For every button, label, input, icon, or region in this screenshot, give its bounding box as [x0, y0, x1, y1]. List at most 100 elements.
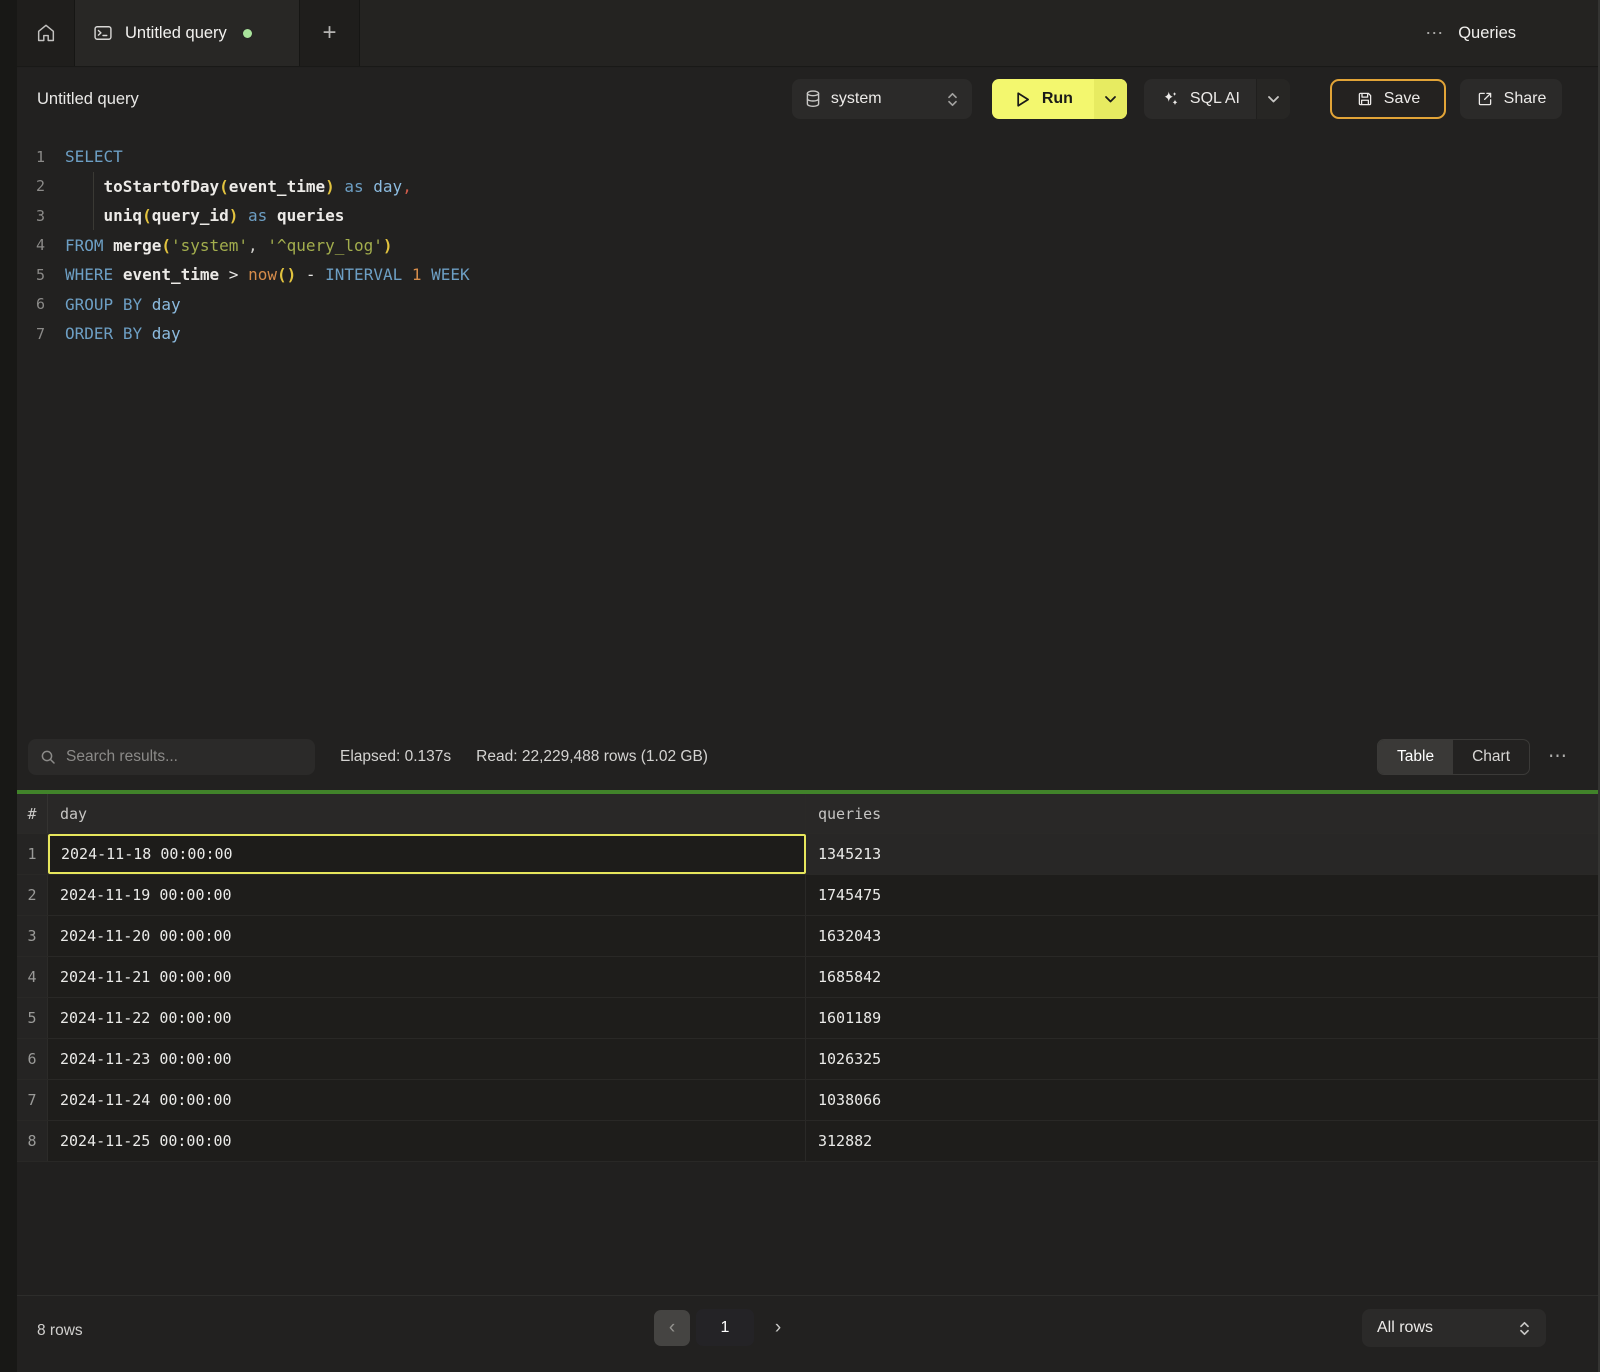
toolbar-actions: system Run: [792, 79, 1562, 119]
current-page-button[interactable]: 1: [696, 1309, 754, 1346]
row-number-cell[interactable]: 3: [17, 916, 48, 956]
table-row: 42024-11-21 00:00:001685842: [17, 957, 1598, 998]
day-cell[interactable]: 2024-11-25 00:00:00: [48, 1121, 806, 1161]
query-title: Untitled query: [37, 90, 139, 109]
home-tab[interactable]: [17, 0, 75, 66]
search-icon: [40, 749, 56, 765]
run-label: Run: [1042, 90, 1073, 108]
queries-cell[interactable]: 312882: [806, 1121, 1598, 1161]
query-toolbar: Untitled query system Run: [17, 68, 1598, 130]
view-table-tab[interactable]: Table: [1378, 740, 1453, 774]
database-selector[interactable]: system: [792, 79, 972, 119]
queries-cell[interactable]: 1601189: [806, 998, 1598, 1038]
new-tab-button[interactable]: +: [300, 0, 360, 66]
day-cell[interactable]: 2024-11-24 00:00:00: [48, 1080, 806, 1120]
save-icon: [1356, 90, 1374, 108]
row-number-cell[interactable]: 8: [17, 1121, 48, 1161]
editor-line[interactable]: 4 FROM merge('system', '^query_log'): [17, 231, 1598, 261]
row-number-cell[interactable]: 6: [17, 1039, 48, 1079]
left-edge-strip: [0, 0, 17, 1372]
queries-cell[interactable]: 1685842: [806, 957, 1598, 997]
editor-line[interactable]: 7 ORDER BY day: [17, 319, 1598, 349]
queries-cell[interactable]: 1745475: [806, 875, 1598, 915]
row-number-cell[interactable]: 4: [17, 957, 48, 997]
code-text: uniq(query_id) as queries: [65, 206, 344, 225]
line-number: 6: [17, 295, 45, 313]
table-row: 72024-11-24 00:00:001038066: [17, 1080, 1598, 1121]
column-header-day[interactable]: day: [48, 794, 806, 833]
sql-ai-label: SQL AI: [1190, 90, 1240, 108]
terminal-icon: [93, 23, 113, 43]
tab-untitled-query[interactable]: Untitled query: [75, 0, 300, 66]
search-results-box[interactable]: [28, 739, 315, 775]
line-number: 3: [17, 207, 45, 225]
run-options-button[interactable]: [1094, 79, 1127, 119]
editor-line[interactable]: 5WHERE event_time > now() - INTERVAL 1 W…: [17, 260, 1598, 290]
row-number-cell[interactable]: 1: [17, 834, 48, 874]
unsaved-indicator-dot: [243, 29, 252, 38]
row-number-cell[interactable]: 7: [17, 1080, 48, 1120]
queries-cell[interactable]: 1038066: [806, 1080, 1598, 1120]
save-button[interactable]: Save: [1330, 79, 1446, 119]
sql-ai-button[interactable]: SQL AI: [1144, 79, 1256, 119]
read-stat: Read: 22,229,488 rows (1.02 GB): [476, 748, 708, 766]
updown-chevron-icon: [1518, 1320, 1531, 1337]
database-icon: [805, 90, 821, 108]
queries-cell[interactable]: 1026325: [806, 1039, 1598, 1079]
day-cell[interactable]: 2024-11-20 00:00:00: [48, 916, 806, 956]
chevron-down-icon: [1104, 95, 1117, 104]
next-page-button[interactable]: ›: [760, 1310, 796, 1346]
prev-page-button[interactable]: ‹: [654, 1310, 690, 1346]
editor-line[interactable]: 1 SELECT: [17, 142, 1598, 172]
share-button[interactable]: Share: [1460, 79, 1562, 119]
tabbar-right-controls: ⋯ Queries: [1425, 0, 1598, 66]
view-toggle: Table Chart: [1377, 739, 1530, 775]
sql-ai-options-button[interactable]: [1256, 79, 1290, 119]
share-icon: [1476, 90, 1494, 108]
results-table-body: 12024-11-18 00:00:00134521322024-11-19 0…: [17, 834, 1598, 1162]
code-text: toStartOfDay(event_time) as day,: [65, 177, 412, 196]
code-text: FROM merge('system', '^query_log'): [65, 236, 393, 255]
editor-lines: 1 SELECT 2 toStartOfDay(event_time) as day…: [17, 142, 1598, 349]
panel-menu-icon[interactable]: ⋯: [1425, 23, 1444, 44]
day-cell[interactable]: 2024-11-19 00:00:00: [48, 875, 806, 915]
database-selector-value: system: [831, 90, 882, 108]
day-cell[interactable]: 2024-11-21 00:00:00: [48, 957, 806, 997]
results-table-header: # day queries: [17, 794, 1598, 834]
table-row: 12024-11-18 00:00:001345213: [17, 834, 1598, 875]
line-number: 2: [17, 177, 45, 195]
table-row: 62024-11-23 00:00:001026325: [17, 1039, 1598, 1080]
row-number-cell[interactable]: 2: [17, 875, 48, 915]
sql-editor[interactable]: 1 SELECT 2 toStartOfDay(event_time) as day…: [17, 130, 1598, 723]
queries-cell[interactable]: 1345213: [806, 834, 1598, 874]
editor-line[interactable]: 6GROUP BY day: [17, 290, 1598, 320]
view-chart-tab[interactable]: Chart: [1453, 740, 1529, 774]
code-text: SELECT: [65, 147, 123, 166]
column-header-index[interactable]: #: [17, 794, 48, 833]
play-icon: [1013, 90, 1032, 109]
search-results-input[interactable]: [66, 748, 296, 766]
results-menu-icon[interactable]: ⋯: [1548, 745, 1568, 768]
queries-panel-toggle[interactable]: Queries: [1458, 24, 1516, 43]
line-number: 4: [17, 236, 45, 254]
run-button[interactable]: Run: [992, 79, 1094, 119]
page-size-selector[interactable]: All rows: [1362, 1309, 1546, 1347]
day-cell[interactable]: 2024-11-22 00:00:00: [48, 998, 806, 1038]
row-number-cell[interactable]: 5: [17, 998, 48, 1038]
line-number: 7: [17, 325, 45, 343]
editor-line[interactable]: 2 toStartOfDay(event_time) as day,: [17, 172, 1598, 202]
editor-line[interactable]: 3 uniq(query_id) as queries: [17, 201, 1598, 231]
table-row: 82024-11-25 00:00:00312882: [17, 1121, 1598, 1162]
day-cell[interactable]: 2024-11-18 00:00:00: [48, 834, 806, 874]
line-number: 1: [17, 148, 45, 166]
queries-cell[interactable]: 1632043: [806, 916, 1598, 956]
code-text: ORDER BY day: [65, 324, 181, 343]
sql-ai-button-group: SQL AI: [1144, 79, 1290, 119]
results-table: # day queries 12024-11-18 00:00:00134521…: [17, 794, 1598, 1162]
updown-chevron-icon: [946, 91, 959, 108]
code-text: WHERE event_time > now() - INTERVAL 1 WE…: [65, 265, 470, 284]
day-cell[interactable]: 2024-11-23 00:00:00: [48, 1039, 806, 1079]
column-header-queries[interactable]: queries: [806, 794, 1598, 833]
table-row: 32024-11-20 00:00:001632043: [17, 916, 1598, 957]
run-button-group: Run: [992, 79, 1127, 119]
